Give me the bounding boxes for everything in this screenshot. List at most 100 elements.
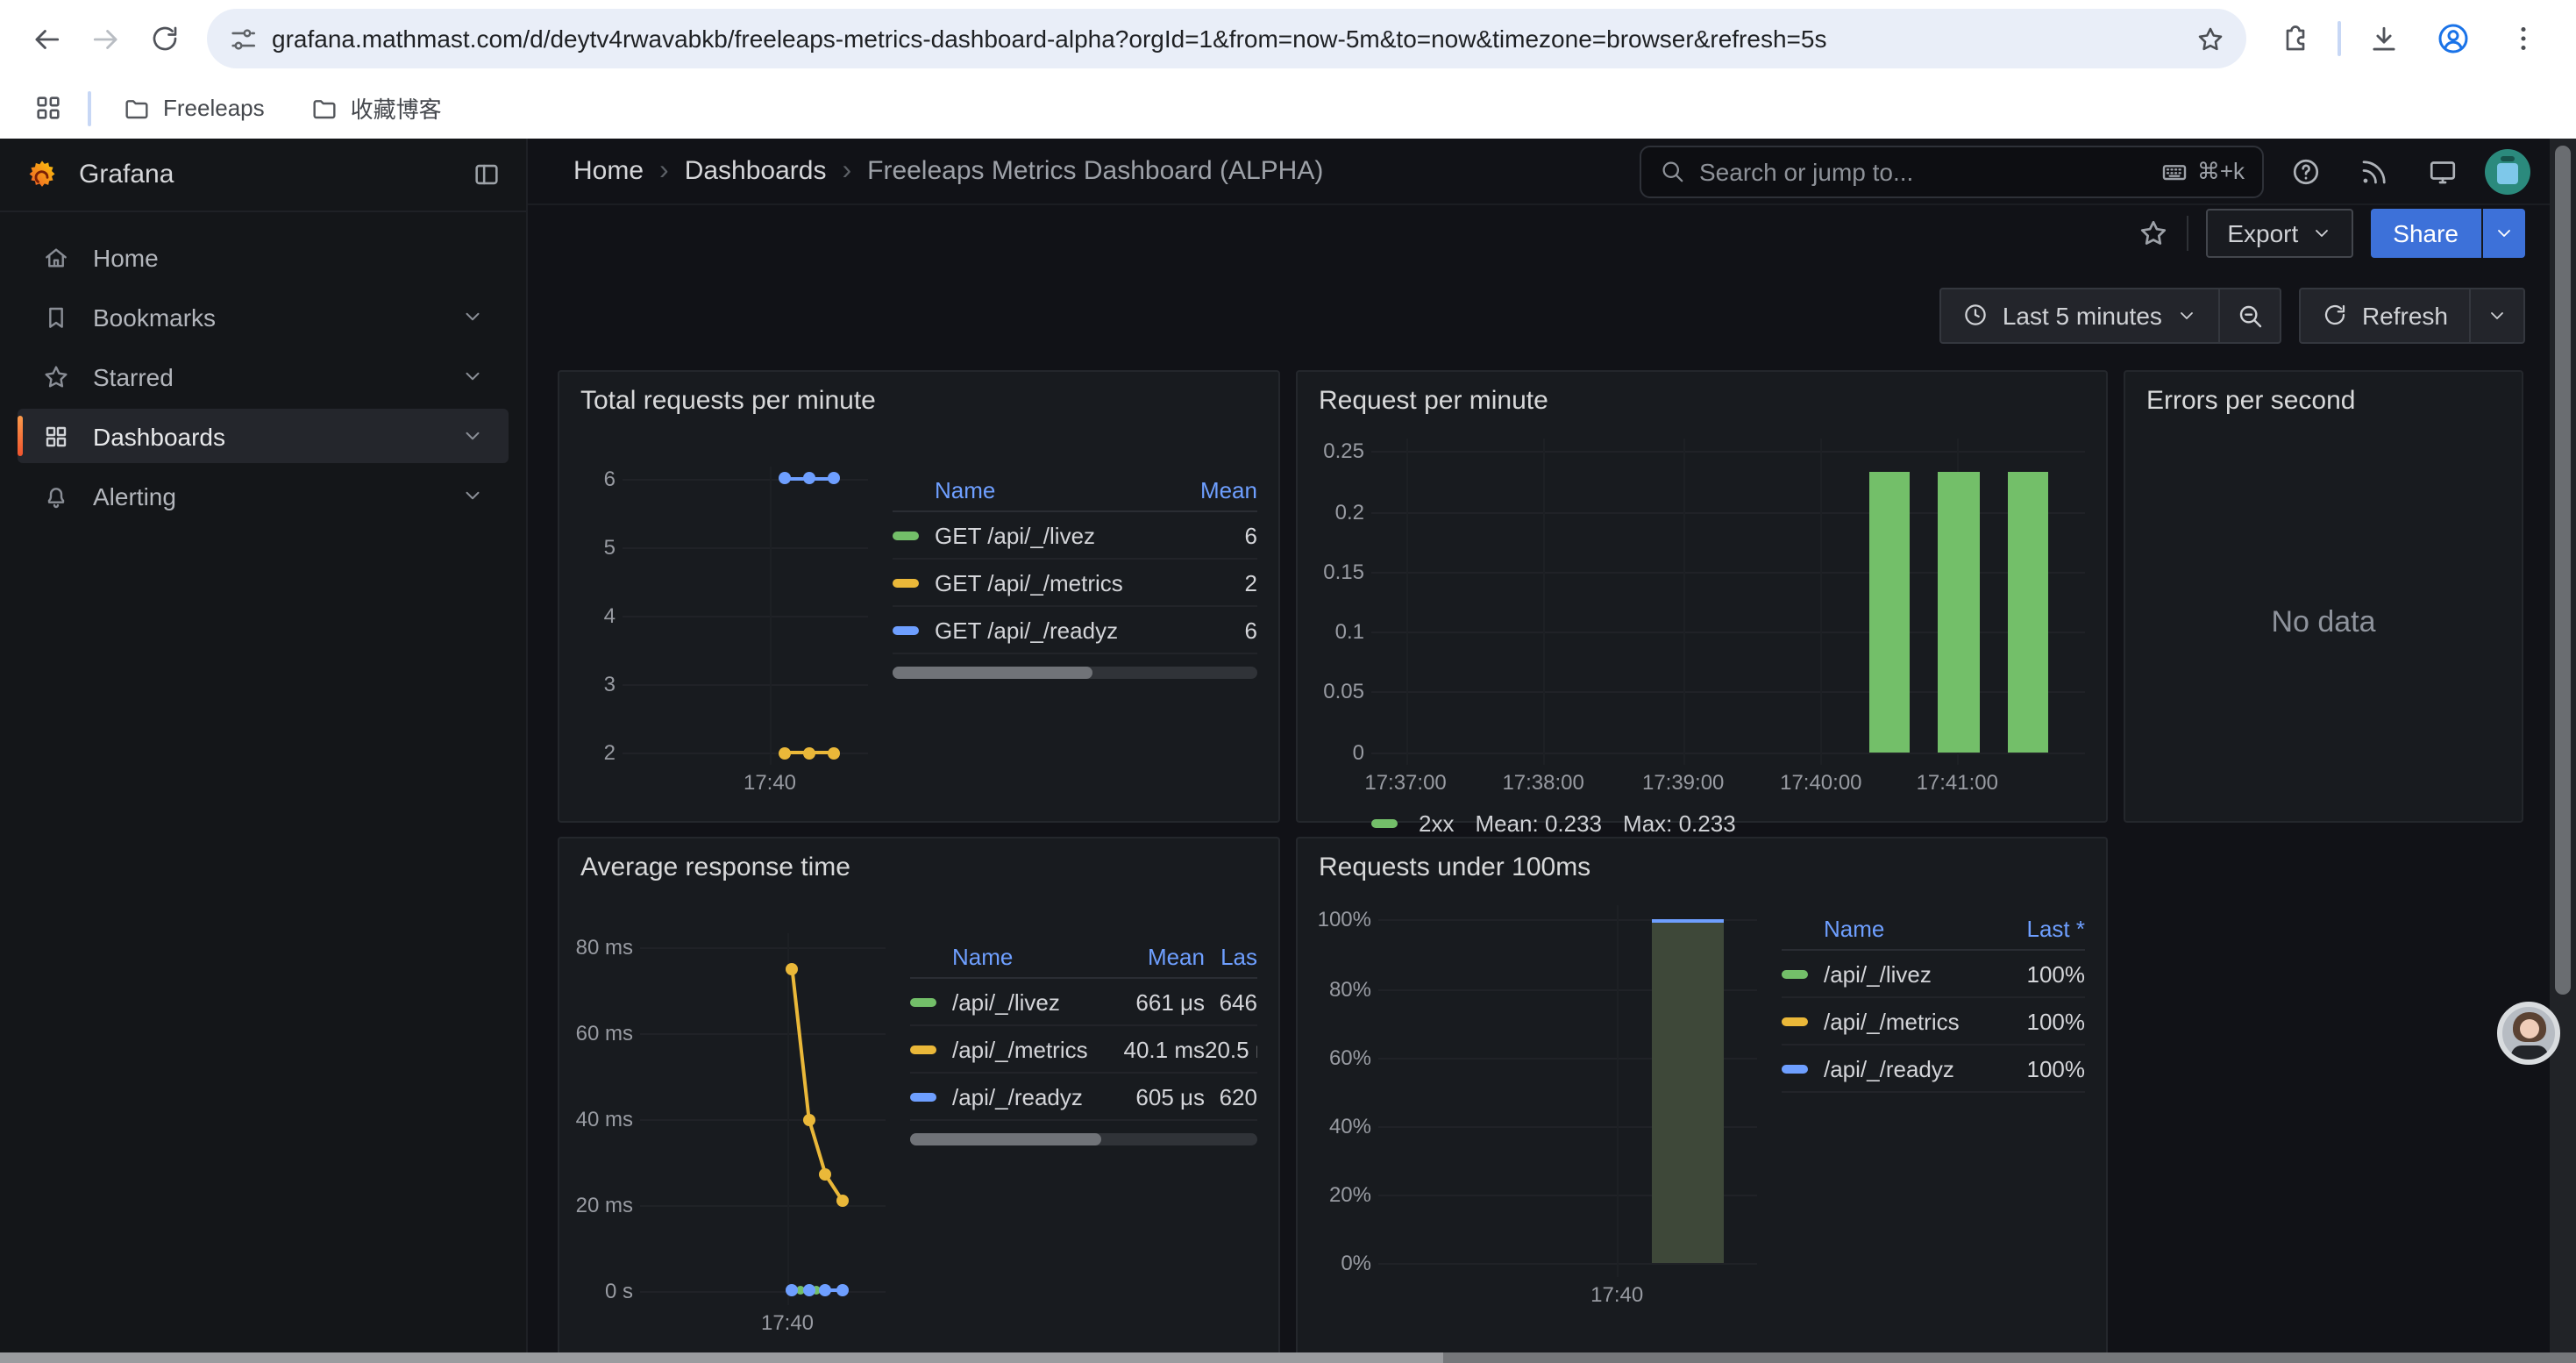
sidebar-item-dashboards[interactable]: Dashboards xyxy=(18,409,509,463)
chevron-down-icon[interactable] xyxy=(461,305,484,328)
sidebar-item-alerting[interactable]: Alerting xyxy=(18,468,509,523)
x-axis: 17:40 xyxy=(1378,1277,1757,1309)
series-label[interactable]: /api/_/metrics xyxy=(952,1036,1107,1062)
legend-header-mean[interactable]: Mean xyxy=(1187,477,1257,503)
scrollbar-thumb[interactable] xyxy=(2555,146,2571,995)
menu-button[interactable] xyxy=(2495,11,2551,67)
share-button[interactable]: Share xyxy=(2370,210,2481,259)
scrollbar-thumb[interactable] xyxy=(910,1133,1101,1145)
series-label[interactable]: GET /api/_/readyz xyxy=(935,617,1187,643)
favorite-dashboard-button[interactable] xyxy=(2138,218,2169,250)
breadcrumb-dashboards[interactable]: Dashboards xyxy=(685,156,827,186)
legend-header-name[interactable]: Name xyxy=(910,944,1107,970)
toolbar-right xyxy=(2260,11,2558,67)
series-label[interactable]: /api/_/readyz xyxy=(952,1083,1107,1110)
zoom-out-time-button[interactable] xyxy=(2220,289,2280,342)
response-time-curve xyxy=(640,933,886,1305)
chevron-down-icon[interactable] xyxy=(461,365,484,388)
scrollbar-thumb[interactable] xyxy=(0,1352,1442,1363)
timeseries-plot[interactable] xyxy=(623,467,868,765)
scrollbar-thumb[interactable] xyxy=(893,667,1093,679)
series-color-dash[interactable] xyxy=(910,1045,936,1053)
refresh-button[interactable]: Refresh xyxy=(2301,289,2469,342)
panel-title[interactable]: Total requests per minute xyxy=(580,386,1257,421)
search-box[interactable]: ⌘+k xyxy=(1640,145,2264,197)
series-color-dash[interactable] xyxy=(910,997,936,1006)
help-button[interactable] xyxy=(2280,145,2332,197)
series-label[interactable]: GET /api/_/livez xyxy=(935,522,1187,548)
series-label[interactable]: 2xx xyxy=(1419,810,1454,837)
sidebar-menu: Home Bookmarks Starred Dashboards xyxy=(0,212,526,546)
legend-header-last[interactable]: Last * xyxy=(2004,916,2085,942)
floating-assistant-avatar[interactable] xyxy=(2497,1002,2560,1065)
bookmark-star-icon[interactable] xyxy=(2195,24,2225,54)
series-color-dash[interactable] xyxy=(893,625,919,634)
bar-chart-plot[interactable] xyxy=(1371,439,2085,765)
horizontal-scrollbar[interactable] xyxy=(0,1352,2576,1363)
sidebar-item-bookmarks[interactable]: Bookmarks xyxy=(18,289,509,344)
site-settings-icon[interactable] xyxy=(228,24,258,54)
star-icon xyxy=(2138,218,2169,250)
profile-button[interactable] xyxy=(2425,11,2481,67)
address-bar[interactable] xyxy=(207,9,2246,68)
series-label[interactable]: GET /api/_/metrics xyxy=(935,569,1187,596)
series-mean-value: 2 xyxy=(1187,569,1257,596)
export-button[interactable]: Export xyxy=(2206,210,2352,259)
vertical-scrollbar[interactable] xyxy=(2550,139,2576,1352)
sidebar: Grafana Home Bookmarks Starred xyxy=(0,139,528,1363)
series-label[interactable]: /api/_/readyz xyxy=(1824,1055,2004,1081)
extensions-button[interactable] xyxy=(2267,11,2323,67)
legend-horizontal-scrollbar[interactable] xyxy=(893,667,1257,679)
panel-row-2: Average response time 80 ms 60 ms 40 ms … xyxy=(558,837,2576,1363)
forward-button[interactable] xyxy=(77,11,133,67)
apps-button[interactable] xyxy=(25,85,70,131)
legend-header-name[interactable]: Name xyxy=(1782,916,2004,942)
chevron-down-icon xyxy=(2176,305,2197,326)
series-color-dash[interactable] xyxy=(1782,1017,1808,1025)
legend-header-name[interactable]: Name xyxy=(893,477,1187,503)
panel-title[interactable]: Errors per second xyxy=(2146,386,2501,421)
series-color-dash[interactable] xyxy=(893,578,919,587)
reload-button[interactable] xyxy=(137,11,193,67)
bookmark-folder-freeleaps[interactable]: Freeleaps xyxy=(109,89,279,127)
downloads-button[interactable] xyxy=(2355,11,2411,67)
timeseries-plot[interactable] xyxy=(640,933,886,1305)
series-label[interactable]: /api/_/metrics xyxy=(1824,1008,2004,1034)
series-color-dash[interactable] xyxy=(1782,969,1808,978)
share-menu-button[interactable] xyxy=(2481,210,2525,259)
news-button[interactable] xyxy=(2348,145,2401,197)
series-color-dash[interactable] xyxy=(893,531,919,539)
legend-horizontal-scrollbar[interactable] xyxy=(910,1133,1257,1145)
series-label[interactable]: /api/_/livez xyxy=(952,988,1107,1015)
panel-title[interactable]: Average response time xyxy=(580,853,1257,888)
chevron-down-icon xyxy=(2487,305,2508,326)
sidebar-collapse-button[interactable] xyxy=(472,160,502,189)
sidebar-item-label: Dashboards xyxy=(93,422,225,450)
time-range-picker[interactable]: Last 5 minutes xyxy=(1941,289,2218,342)
sidebar-item-starred[interactable]: Starred xyxy=(18,349,509,403)
panel-title[interactable]: Requests under 100ms xyxy=(1319,853,2085,888)
search-input[interactable] xyxy=(1699,157,2146,185)
series-color-dash[interactable] xyxy=(1371,819,1398,828)
series-label[interactable]: /api/_/livez xyxy=(1824,960,2004,987)
bookmarks-divider xyxy=(88,90,91,125)
url-input[interactable] xyxy=(272,25,2181,53)
series-color-dash[interactable] xyxy=(1782,1064,1808,1073)
back-button[interactable] xyxy=(18,11,74,67)
user-avatar[interactable] xyxy=(2485,148,2530,194)
panel-title[interactable]: Request per minute xyxy=(1319,386,2085,421)
bookmark-folder-blogs[interactable]: 收藏博客 xyxy=(296,86,456,130)
area-chart-plot[interactable] xyxy=(1378,905,1757,1277)
sidebar-item-home[interactable]: Home xyxy=(18,230,509,284)
legend-header-last[interactable]: Las xyxy=(1205,944,1257,970)
display-button[interactable] xyxy=(2416,145,2469,197)
x-axis: 17:40 xyxy=(623,765,868,796)
refresh-interval-button[interactable] xyxy=(2471,289,2523,342)
series-color-dash[interactable] xyxy=(910,1092,936,1101)
legend-header-mean[interactable]: Mean xyxy=(1107,944,1205,970)
chevron-down-icon[interactable] xyxy=(461,425,484,447)
breadcrumb-home[interactable]: Home xyxy=(573,156,644,186)
toolbar-divider xyxy=(2338,21,2341,56)
chevron-down-icon[interactable] xyxy=(461,484,484,507)
area-fill-100pct xyxy=(1651,920,1723,1262)
